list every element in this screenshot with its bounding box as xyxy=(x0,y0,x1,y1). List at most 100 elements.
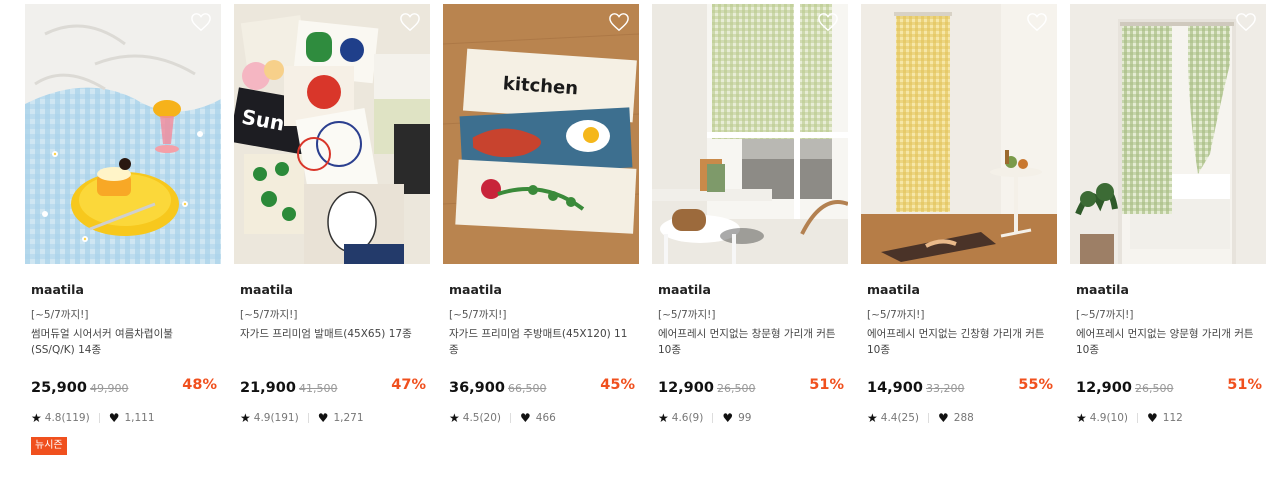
star-icon: ★ xyxy=(240,411,251,425)
star-icon: ★ xyxy=(867,411,878,425)
product-image[interactable]: Sun xyxy=(234,4,430,264)
like-count: 1,271 xyxy=(333,412,364,424)
wishlist-heart-icon[interactable] xyxy=(399,12,421,32)
divider xyxy=(98,413,100,423)
product-card[interactable]: maatila [~5/7까지!] 에어프레시 먼지없는 창문형 가리개 커튼 … xyxy=(652,4,848,425)
product-card[interactable]: maatila [~5/7까지!] 썸머듀얼 시어서커 여름차렵이불(SS/Q/… xyxy=(25,4,221,455)
sale-price: 12,900 xyxy=(1076,380,1132,396)
price-row: 12,900 26,500 51% xyxy=(1076,377,1266,397)
product-image[interactable] xyxy=(25,4,221,264)
product-stats: ★ 4.8(119) ♥ 1,111 xyxy=(31,411,221,425)
star-icon: ★ xyxy=(1076,411,1087,425)
product-image[interactable] xyxy=(652,4,848,264)
product-stats: ★ 4.5(20) ♥ 466 xyxy=(449,411,639,425)
divider xyxy=(1137,413,1139,423)
wishlist-heart-icon[interactable] xyxy=(1235,12,1257,32)
wishlist-heart-icon[interactable] xyxy=(608,12,630,32)
sale-price: 14,900 xyxy=(867,380,923,396)
divider xyxy=(510,413,512,423)
product-grid: maatila [~5/7까지!] 썸머듀얼 시어서커 여름차렵이불(SS/Q/… xyxy=(0,0,1266,485)
new-season-badge: 뉴시즌 xyxy=(31,437,67,455)
product-card[interactable]: Sun maatila [~5/7까지!] 자가드 프리미엄 발매트(45X65… xyxy=(234,4,430,425)
product-image[interactable] xyxy=(861,4,1057,264)
product-name[interactable]: 에어프레시 먼지없는 긴창형 가리개 커튼 10종 xyxy=(867,326,1051,358)
promo-text: [~5/7까지!] xyxy=(449,309,507,321)
brand-name[interactable]: maatila xyxy=(240,282,430,298)
like-count: 112 xyxy=(1162,412,1183,424)
product-photo: kitchen xyxy=(443,4,639,264)
brand-name[interactable]: maatila xyxy=(31,282,221,298)
sale-price: 21,900 xyxy=(240,380,296,396)
divider xyxy=(307,413,309,423)
brand-name[interactable]: maatila xyxy=(658,282,848,298)
sale-price: 12,900 xyxy=(658,380,714,396)
original-price: 26,500 xyxy=(1134,382,1174,395)
like-count: 99 xyxy=(738,412,752,424)
rating-text: 4.9(10) xyxy=(1089,412,1129,424)
heart-icon: ♥ xyxy=(722,411,734,425)
product-card[interactable]: maatila [~5/7까지!] 에어프레시 먼지없는 양문형 가리개 커튼 … xyxy=(1070,4,1266,425)
rating-text: 4.5(20) xyxy=(462,412,502,424)
heart-icon: ♥ xyxy=(317,411,329,425)
brand-name[interactable]: maatila xyxy=(1076,282,1266,298)
brand-name[interactable]: maatila xyxy=(449,282,639,298)
price-row: 36,900 66,500 45% xyxy=(449,377,639,397)
rating-text: 4.6(9) xyxy=(671,412,704,424)
like-count: 1,111 xyxy=(124,412,155,424)
original-price: 49,900 xyxy=(89,382,129,395)
product-image[interactable]: kitchen xyxy=(443,4,639,264)
like-count: 466 xyxy=(535,412,556,424)
promo-text: [~5/7까지!] xyxy=(867,309,925,321)
original-price: 33,200 xyxy=(925,382,965,395)
product-photo xyxy=(1070,4,1266,264)
price-row: 21,900 41,500 47% xyxy=(240,377,430,397)
product-name[interactable]: 자가드 프리미엄 발매트(45X65) 17종 xyxy=(240,326,424,358)
wishlist-heart-icon[interactable] xyxy=(1026,12,1048,32)
rating-text: 4.8(119) xyxy=(44,412,90,424)
sale-price: 25,900 xyxy=(31,380,87,396)
heart-icon: ♥ xyxy=(520,411,531,425)
wishlist-heart-icon[interactable] xyxy=(190,12,212,32)
star-icon: ★ xyxy=(449,411,460,425)
product-stats: ★ 4.9(10) ♥ 112 xyxy=(1076,411,1266,425)
product-card[interactable]: maatila [~5/7까지!] 에어프레시 먼지없는 긴창형 가리개 커튼 … xyxy=(861,4,1057,425)
product-stats: ★ 4.6(9) ♥ 99 xyxy=(658,411,848,425)
product-photo xyxy=(25,4,221,264)
like-count: 288 xyxy=(953,412,974,424)
promo-text: [~5/7까지!] xyxy=(658,309,716,321)
heart-icon: ♥ xyxy=(1147,411,1158,425)
product-image[interactable] xyxy=(1070,4,1266,264)
product-photo xyxy=(861,4,1057,264)
divider xyxy=(712,413,714,423)
product-photo: Sun xyxy=(234,4,430,264)
product-name[interactable]: 에어프레시 먼지없는 창문형 가리개 커튼 10종 xyxy=(658,326,842,358)
rating-text: 4.4(25) xyxy=(880,412,920,424)
rating-text: 4.9(191) xyxy=(253,412,299,424)
price-row: 12,900 26,500 51% xyxy=(658,377,848,397)
promo-text: [~5/7까지!] xyxy=(31,309,89,321)
product-name[interactable]: 에어프레시 먼지없는 양문형 가리개 커튼 10종 xyxy=(1076,326,1260,358)
original-price: 26,500 xyxy=(716,382,756,395)
star-icon: ★ xyxy=(658,411,669,425)
price-row: 25,900 49,900 48% xyxy=(31,377,221,397)
star-icon: ★ xyxy=(31,411,42,425)
discount-rate: 51% xyxy=(809,377,844,393)
original-price: 41,500 xyxy=(298,382,338,395)
discount-rate: 45% xyxy=(600,377,635,393)
product-stats: ★ 4.9(191) ♥ 1,271 xyxy=(240,411,430,425)
original-price: 66,500 xyxy=(507,382,547,395)
discount-rate: 48% xyxy=(182,377,217,393)
heart-icon: ♥ xyxy=(938,411,949,425)
price-row: 14,900 33,200 55% xyxy=(867,377,1057,397)
product-card[interactable]: kitchen maatila [~5/7까지!] 자가드 프리미엄 주방매트(… xyxy=(443,4,639,425)
discount-rate: 51% xyxy=(1227,377,1262,393)
promo-text: [~5/7까지!] xyxy=(1076,309,1134,321)
product-photo xyxy=(652,4,848,264)
wishlist-heart-icon[interactable] xyxy=(817,12,839,32)
heart-icon: ♥ xyxy=(108,411,120,425)
brand-name[interactable]: maatila xyxy=(867,282,1057,298)
promo-text: [~5/7까지!] xyxy=(240,309,298,321)
product-name[interactable]: 자가드 프리미엄 주방매트(45X120) 11종 xyxy=(449,326,633,358)
divider xyxy=(928,413,930,423)
product-name[interactable]: 썸머듀얼 시어서커 여름차렵이불(SS/Q/K) 14종 xyxy=(31,326,215,358)
